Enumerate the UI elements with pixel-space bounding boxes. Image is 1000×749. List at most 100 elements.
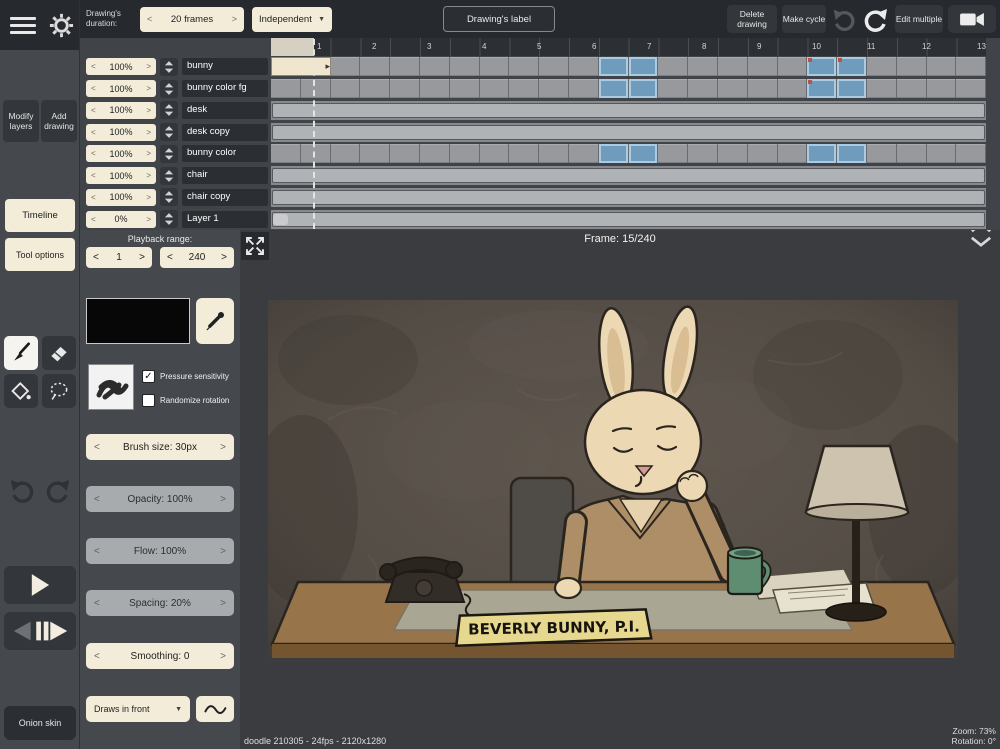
prev-drawing-icon[interactable]: [13, 621, 31, 641]
opacity-stepper[interactable]: < Opacity: 100% >: [86, 486, 234, 512]
frame-cell[interactable]: [688, 57, 718, 77]
current-drawing-block[interactable]: ▸: [271, 57, 331, 77]
opacity-decrease[interactable]: <: [91, 106, 96, 115]
camera-button[interactable]: [948, 5, 996, 33]
make-cycle-button[interactable]: Make cycle: [782, 5, 826, 33]
flow-decrease[interactable]: <: [94, 546, 100, 557]
drawing-span-bar[interactable]: [272, 102, 985, 118]
frame-cell[interactable]: [777, 57, 808, 77]
drawing-span-bar[interactable]: [272, 168, 985, 184]
opacity-increase[interactable]: >: [146, 62, 151, 71]
frame-cell[interactable]: [688, 79, 718, 99]
add-drawing-button[interactable]: Add drawing: [41, 100, 77, 142]
frame-cell[interactable]: [956, 57, 987, 77]
layer-reorder-control[interactable]: [160, 210, 178, 229]
layer-opacity-stepper[interactable]: < 100% >: [86, 58, 156, 76]
smoothing-decrease[interactable]: <: [94, 651, 100, 662]
frame-cell[interactable]: [479, 57, 510, 77]
layer-opacity-stepper[interactable]: < 100% >: [86, 167, 156, 185]
edit-multiple-button[interactable]: Edit multiple: [895, 5, 943, 33]
layer-mode-dropdown[interactable]: Independent ▼: [252, 6, 332, 32]
frame-cell[interactable]: [717, 79, 748, 99]
lasso-tool-button[interactable]: [42, 374, 76, 408]
frame-cell[interactable]: [300, 79, 331, 99]
play-button[interactable]: [4, 566, 76, 604]
frame-cell[interactable]: [866, 79, 897, 99]
range-end-stepper[interactable]: < 240 >: [160, 247, 234, 268]
settings-gear-icon[interactable]: [48, 12, 75, 39]
frame-cell[interactable]: [896, 144, 927, 164]
drawing-canvas[interactable]: BEVERLY BUNNY, P.I.: [248, 300, 978, 658]
frame-cell[interactable]: [837, 144, 867, 164]
opacity-decrease[interactable]: <: [91, 84, 96, 93]
layer-opacity-stepper[interactable]: < 100% >: [86, 101, 156, 119]
frame-cell[interactable]: [509, 57, 540, 77]
layer-track[interactable]: ▸: [271, 57, 987, 77]
spacing-decrease[interactable]: <: [94, 598, 100, 609]
pressure-sensitivity-checkbox[interactable]: ✓: [142, 370, 155, 383]
frame-cell[interactable]: [360, 79, 391, 99]
redo-icon[interactable]: [862, 5, 890, 33]
frame-cell[interactable]: [658, 57, 689, 77]
frame-cell[interactable]: [807, 144, 838, 164]
layer-reorder-control[interactable]: [160, 188, 178, 207]
frame-cell[interactable]: [658, 79, 689, 99]
layer-name[interactable]: desk copy: [182, 123, 268, 141]
flow-stepper[interactable]: < Flow: 100% >: [86, 538, 234, 564]
frame-cell[interactable]: [717, 144, 748, 164]
frame-ruler[interactable]: 1 2 3 4 5 6 7 8 9 10 11 12 13: [271, 38, 986, 56]
menu-icon[interactable]: [10, 16, 36, 34]
layer-name[interactable]: Layer 1: [182, 210, 268, 228]
brush-tool-button[interactable]: [4, 336, 38, 370]
frame-cell[interactable]: [360, 144, 391, 164]
layer-name[interactable]: bunny: [182, 58, 268, 76]
frame-cell[interactable]: [539, 57, 569, 77]
layer-reorder-control[interactable]: [160, 101, 178, 120]
playhead[interactable]: [313, 39, 315, 229]
layer-track[interactable]: [271, 122, 986, 142]
frame-cell[interactable]: [568, 144, 599, 164]
range-end-increase[interactable]: >: [221, 252, 227, 263]
brush-size-stepper[interactable]: < Brush size: 30px >: [86, 434, 234, 460]
frame-cell[interactable]: [598, 144, 629, 164]
onion-skin-button[interactable]: Onion skin: [4, 706, 76, 740]
drawing-span-bar[interactable]: [272, 211, 985, 227]
duration-increase[interactable]: >: [232, 14, 237, 24]
modify-layers-button[interactable]: Modify layers: [3, 100, 39, 142]
layer-track[interactable]: [271, 144, 987, 164]
flow-increase[interactable]: >: [220, 546, 226, 557]
timeline-scrollbar-handle[interactable]: [273, 213, 288, 225]
duration-stepper[interactable]: < 20 frames >: [140, 6, 244, 32]
layer-reorder-control[interactable]: [160, 57, 178, 76]
frame-cell[interactable]: [598, 79, 629, 99]
frame-cell[interactable]: [330, 57, 361, 77]
frame-cell[interactable]: [896, 79, 927, 99]
frame-cell[interactable]: [866, 144, 897, 164]
range-end-decrease[interactable]: <: [167, 252, 173, 263]
range-start-decrease[interactable]: <: [93, 252, 99, 263]
frame-cell[interactable]: [777, 144, 808, 164]
layer-reorder-control[interactable]: [160, 166, 178, 185]
opacity-increase[interactable]: >: [146, 106, 151, 115]
randomize-rotation-checkbox[interactable]: [142, 394, 155, 407]
layer-name[interactable]: bunny color fg: [182, 80, 268, 98]
layer-opacity-stepper[interactable]: < 100% >: [86, 80, 156, 98]
layer-track[interactable]: [271, 187, 986, 207]
layer-name[interactable]: bunny color: [182, 145, 268, 163]
frame-cell[interactable]: [330, 79, 361, 99]
layer-name[interactable]: chair copy: [182, 188, 268, 206]
frame-cell[interactable]: [568, 57, 599, 77]
frame-cell[interactable]: [390, 57, 420, 77]
opacity-increase[interactable]: >: [220, 494, 226, 505]
frame-cell[interactable]: [271, 144, 301, 164]
layer-name[interactable]: chair: [182, 167, 268, 185]
undo-icon[interactable]: [831, 6, 857, 32]
layer-track[interactable]: [271, 100, 986, 120]
layer-track[interactable]: [271, 166, 986, 186]
opacity-decrease[interactable]: <: [91, 128, 96, 137]
frame-cell[interactable]: [419, 144, 450, 164]
opacity-decrease[interactable]: <: [91, 149, 96, 158]
layer-name[interactable]: desk: [182, 101, 268, 119]
frame-cell[interactable]: [509, 144, 540, 164]
frame-cell[interactable]: [300, 144, 331, 164]
